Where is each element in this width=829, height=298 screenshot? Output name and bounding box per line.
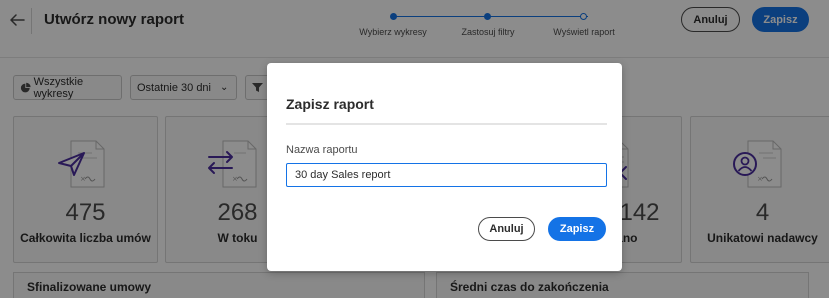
dialog-title: Zapisz raport xyxy=(286,96,374,112)
dialog-save-button[interactable]: Zapisz xyxy=(548,217,606,241)
report-name-label: Nazwa raportu xyxy=(286,144,358,156)
dialog-divider xyxy=(286,123,607,125)
save-report-dialog: Zapisz raport Nazwa raportu Anuluj Zapis… xyxy=(267,63,622,271)
report-name-input[interactable] xyxy=(286,163,607,187)
dialog-cancel-button[interactable]: Anuluj xyxy=(478,217,535,241)
